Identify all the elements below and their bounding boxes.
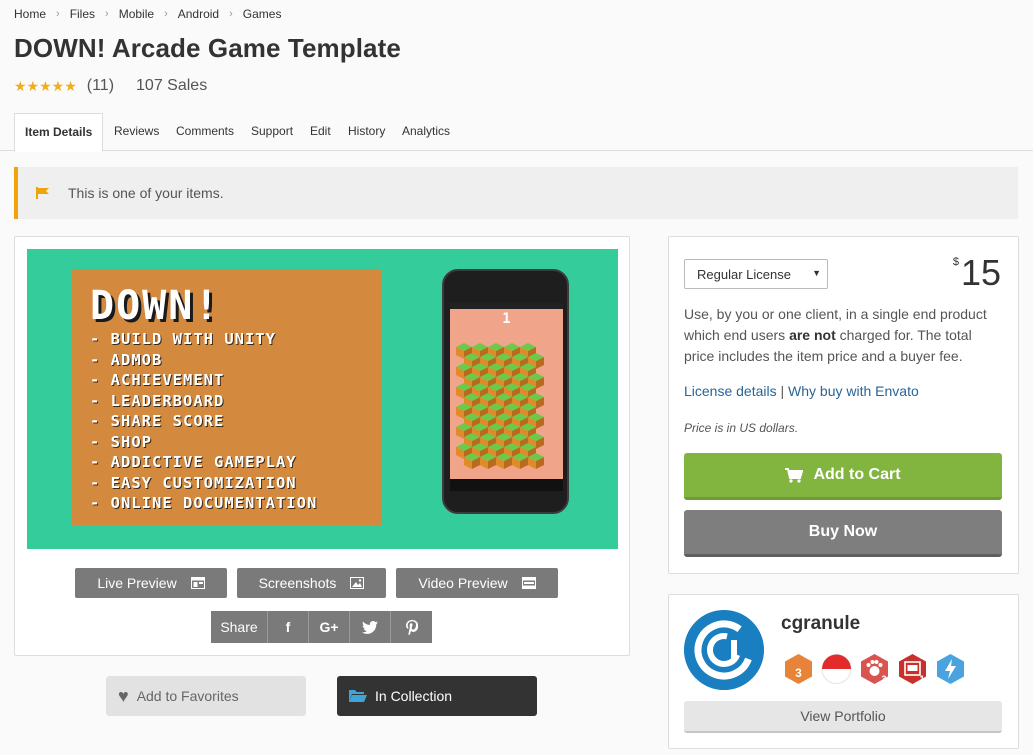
chevron-right-icon: › bbox=[56, 8, 60, 20]
tab-history[interactable]: History bbox=[338, 113, 395, 151]
feature-item: - SHOP bbox=[90, 432, 152, 451]
rating-row: ★★★★★ (11) 107 Sales bbox=[14, 77, 207, 95]
tab-edit[interactable]: Edit bbox=[300, 113, 341, 151]
add-to-favorites-button[interactable]: ♥ Add to Favorites bbox=[106, 676, 306, 716]
pinterest-icon[interactable] bbox=[391, 611, 432, 643]
tab-comments[interactable]: Comments bbox=[166, 113, 244, 151]
link-separator: | bbox=[780, 383, 789, 399]
breadcrumb-mobile[interactable]: Mobile bbox=[119, 7, 154, 21]
add-to-cart-label: Add to Cart bbox=[813, 466, 901, 483]
tab-reviews[interactable]: Reviews bbox=[104, 113, 169, 151]
license-links: License details | Why buy with Envato bbox=[684, 383, 919, 399]
facebook-icon[interactable]: f bbox=[268, 611, 309, 643]
caret-down-icon: ▼ bbox=[812, 268, 821, 278]
license-desc-emphasis: are not bbox=[789, 327, 836, 343]
feature-panel: DOWN! - BUILD WITH UNITY - ADMOB - ACHIE… bbox=[72, 269, 381, 525]
feature-item: - ACHIEVEMENT bbox=[90, 371, 225, 389]
feature-item: - ADMOB bbox=[90, 350, 163, 369]
live-preview-label: Live Preview bbox=[97, 575, 177, 591]
heart-icon: ♥ bbox=[118, 685, 129, 706]
screenshots-button[interactable]: Screenshots bbox=[237, 568, 386, 598]
license-details-link[interactable]: License details bbox=[684, 383, 777, 399]
svg-text:1: 1 bbox=[919, 674, 924, 684]
feature-list: - BUILD WITH UNITY - ADMOB - ACHIEVEMENT… bbox=[90, 329, 317, 514]
breadcrumb-home[interactable]: Home bbox=[14, 7, 46, 21]
google-plus-icon[interactable]: G+ bbox=[309, 611, 350, 643]
own-item-notice: This is one of your items. bbox=[14, 167, 1018, 219]
screenshots-label: Screenshots bbox=[258, 575, 337, 591]
price-amount: 15 bbox=[960, 252, 1001, 293]
license-select[interactable]: Regular License ▼ bbox=[684, 259, 828, 289]
license-description: Use, by you or one client, in a single e… bbox=[684, 304, 1004, 367]
item-tabs: Item Details Reviews Comments Support Ed… bbox=[0, 113, 1033, 152]
breadcrumb-games[interactable]: Games bbox=[243, 7, 282, 21]
currency-symbol: $ bbox=[952, 256, 959, 268]
chevron-right-icon: › bbox=[229, 8, 233, 20]
add-to-cart-button[interactable]: Add to Cart bbox=[684, 453, 1002, 500]
phone-mockup: 1 bbox=[442, 269, 569, 514]
feature-item: - ADDICTIVE GAMEPLAY bbox=[90, 453, 297, 471]
browser-window-icon bbox=[190, 577, 205, 589]
phone-nav-bar bbox=[450, 479, 563, 491]
tab-support[interactable]: Support bbox=[241, 113, 303, 151]
live-preview-button[interactable]: Live Preview bbox=[75, 568, 227, 598]
folder-open-icon bbox=[349, 690, 367, 702]
avatar[interactable] bbox=[684, 610, 764, 690]
feature-item: - EASY CUSTOMIZATION bbox=[90, 473, 297, 492]
feature-item: - LEADERBOARD bbox=[90, 391, 225, 410]
breadcrumb-files[interactable]: Files bbox=[70, 7, 95, 21]
view-portfolio-button[interactable]: View Portfolio bbox=[684, 701, 1002, 733]
film-icon bbox=[521, 577, 536, 589]
why-buy-envato-link[interactable]: Why buy with Envato bbox=[788, 383, 919, 399]
in-collection-label: In Collection bbox=[375, 688, 453, 704]
tab-analytics[interactable]: Analytics bbox=[392, 113, 460, 151]
rating-count[interactable]: (11) bbox=[87, 77, 114, 95]
feature-item: - SHARE SCORE bbox=[90, 412, 225, 430]
country-flag-icon[interactable] bbox=[821, 653, 852, 685]
author-badges: 3 3 1 bbox=[783, 653, 966, 685]
phone-screen: 1 bbox=[450, 303, 563, 491]
purchase-panel: Regular License ▼ $ 15 Use, by you or on… bbox=[668, 236, 1019, 574]
svg-text:3: 3 bbox=[881, 674, 886, 684]
star-rating-icon[interactable]: ★★★★★ bbox=[14, 78, 77, 95]
preview-banner-image[interactable]: DOWN! - BUILD WITH UNITY - ADMOB - ACHIE… bbox=[27, 249, 618, 549]
item-preview: DOWN! - BUILD WITH UNITY - ADMOB - ACHIE… bbox=[14, 236, 630, 656]
svg-text:3: 3 bbox=[795, 666, 802, 680]
tab-item-details[interactable]: Item Details bbox=[14, 113, 104, 152]
power-elite-icon[interactable] bbox=[935, 653, 966, 685]
game-logo: DOWN! bbox=[90, 283, 221, 329]
collector-badge-icon[interactable]: 1 bbox=[897, 653, 928, 685]
video-preview-label: Video Preview bbox=[418, 575, 508, 591]
share-bar: Share f G+ bbox=[211, 611, 432, 643]
price-note: Price is in US dollars. bbox=[684, 421, 799, 435]
license-select-value: Regular License bbox=[697, 266, 791, 282]
game-cubes-illustration bbox=[456, 343, 544, 469]
flag-icon bbox=[36, 187, 49, 199]
sales-count: 107 Sales bbox=[136, 77, 208, 94]
twitter-icon[interactable] bbox=[350, 611, 391, 643]
add-to-favorites-label: Add to Favorites bbox=[136, 688, 239, 704]
video-preview-button[interactable]: Video Preview bbox=[396, 568, 558, 598]
breadcrumb: Home › Files › Mobile › Android › Games bbox=[14, 7, 281, 21]
image-icon bbox=[350, 577, 365, 589]
price: $ 15 bbox=[953, 253, 1001, 293]
share-label: Share bbox=[211, 611, 268, 643]
author-name[interactable]: cgranule bbox=[781, 613, 860, 635]
in-collection-button[interactable]: In Collection bbox=[337, 676, 537, 716]
paw-badge-icon[interactable]: 3 bbox=[859, 653, 890, 685]
buy-now-button[interactable]: Buy Now bbox=[684, 510, 1002, 557]
chevron-right-icon: › bbox=[105, 8, 109, 20]
breadcrumb-android[interactable]: Android bbox=[178, 7, 219, 21]
level-badge-icon[interactable]: 3 bbox=[783, 653, 814, 685]
page-title: DOWN! Arcade Game Template bbox=[14, 33, 401, 63]
feature-item: - ONLINE DOCUMENTATION bbox=[90, 494, 318, 512]
feature-item: - BUILD WITH UNITY bbox=[90, 330, 276, 348]
chevron-right-icon: › bbox=[164, 8, 168, 20]
notice-text: This is one of your items. bbox=[68, 185, 224, 201]
cart-icon bbox=[785, 467, 804, 483]
author-panel: cgranule 3 3 1 View Portfolio bbox=[668, 594, 1019, 749]
